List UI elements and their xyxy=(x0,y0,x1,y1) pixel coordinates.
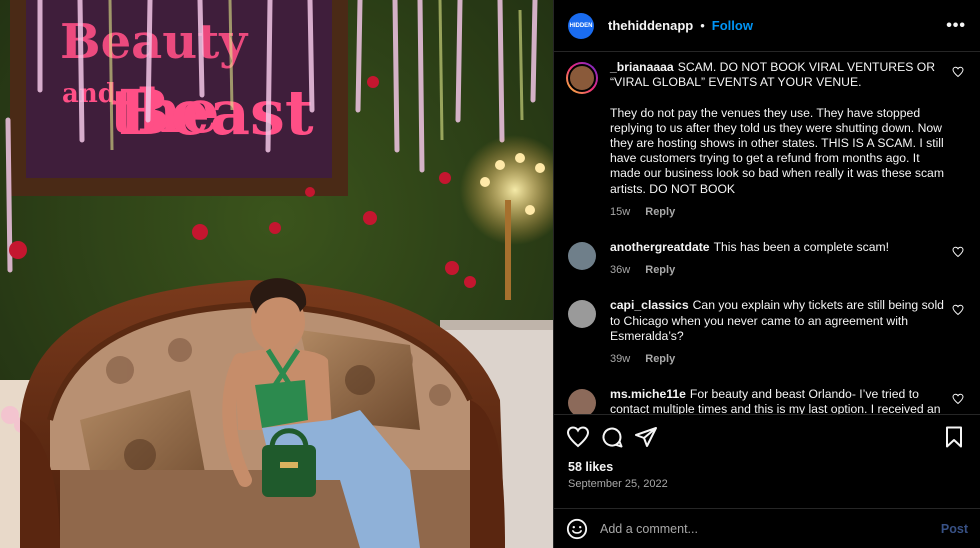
comment-item: ms.miche11e For beauty and beast Orlando-… xyxy=(566,387,966,414)
like-comment-heart-icon[interactable] xyxy=(952,393,964,405)
emoji-smiley-icon[interactable] xyxy=(566,518,588,540)
comment-avatar[interactable] xyxy=(566,62,598,94)
likes-count[interactable]: 58 likes xyxy=(554,458,980,476)
post-viewer: Beauty and the Beast HIDDEN thehiddenapp… xyxy=(0,0,980,548)
comment-avatar[interactable] xyxy=(568,300,596,329)
comment-username[interactable]: _brianaaaa xyxy=(610,60,674,74)
post-side-panel: HIDDEN thehiddenapp • Follow ••• _briana… xyxy=(553,0,980,548)
comment-text: This has been a complete scam! xyxy=(713,240,890,255)
comment-meta: 15w Reply xyxy=(610,205,944,220)
like-comment-heart-icon[interactable] xyxy=(952,246,964,258)
comment-input[interactable]: Add a comment... xyxy=(600,522,941,536)
comment-item: anothergreatdate This has been a complete… xyxy=(566,240,966,278)
like-comment-heart-icon[interactable] xyxy=(952,66,964,78)
separator-dot: • xyxy=(700,18,705,33)
profile-avatar[interactable]: HIDDEN xyxy=(568,12,594,39)
post-header: HIDDEN thehiddenapp • Follow ••• xyxy=(554,0,980,52)
comment-age: 36w xyxy=(610,264,631,277)
comment-item: _brianaaaa SCAM. DO NOT BOOK VIRAL VENTUR… xyxy=(566,60,966,220)
reply-button[interactable]: Reply xyxy=(645,264,675,276)
follow-button[interactable]: Follow xyxy=(712,18,753,33)
comments-list[interactable]: _brianaaaa SCAM. DO NOT BOOK VIRAL VENTUR… xyxy=(554,52,980,414)
comment-avatar[interactable] xyxy=(568,389,596,414)
post-date: September 25, 2022 xyxy=(568,478,668,490)
svg-text:Beauty: Beauty xyxy=(60,14,249,70)
photo-illustration: Beauty and the Beast xyxy=(0,0,553,548)
comment-age: 39w xyxy=(610,353,631,366)
post-comment-button[interactable]: Post xyxy=(941,522,968,536)
post-actions-bar xyxy=(554,414,980,458)
like-heart-icon[interactable] xyxy=(566,425,590,449)
comment-avatar[interactable] xyxy=(568,242,596,271)
like-comment-heart-icon[interactable] xyxy=(952,304,964,316)
comment-meta: 36w Reply xyxy=(610,263,944,278)
comment-bubble-icon[interactable] xyxy=(600,425,624,449)
more-options-icon[interactable]: ••• xyxy=(946,17,966,35)
reply-button[interactable]: Reply xyxy=(645,206,675,218)
add-comment-bar: Add a comment... Post xyxy=(554,508,980,548)
comment-username[interactable]: anothergreatdate xyxy=(610,240,710,254)
comment-username[interactable]: capi_classics xyxy=(610,298,689,312)
svg-text:and: and xyxy=(62,79,116,109)
share-paper-plane-icon[interactable] xyxy=(634,425,658,449)
header-username[interactable]: thehiddenapp xyxy=(608,18,693,33)
comment-age: 15w xyxy=(610,205,631,218)
profile-avatar-text: HIDDEN xyxy=(569,22,593,29)
post-photo[interactable]: Beauty and the Beast xyxy=(0,0,553,548)
save-bookmark-icon[interactable] xyxy=(942,425,966,449)
comment-text: SCAM. DO NOT BOOK VIRAL VENTURES OR “VIR… xyxy=(610,60,944,196)
reply-button[interactable]: Reply xyxy=(645,353,675,365)
comment-username[interactable]: ms.miche11e xyxy=(610,387,686,401)
comment-meta: 39w Reply xyxy=(610,352,944,367)
comment-item: capi_classics Can you explain why tickets… xyxy=(566,298,966,367)
